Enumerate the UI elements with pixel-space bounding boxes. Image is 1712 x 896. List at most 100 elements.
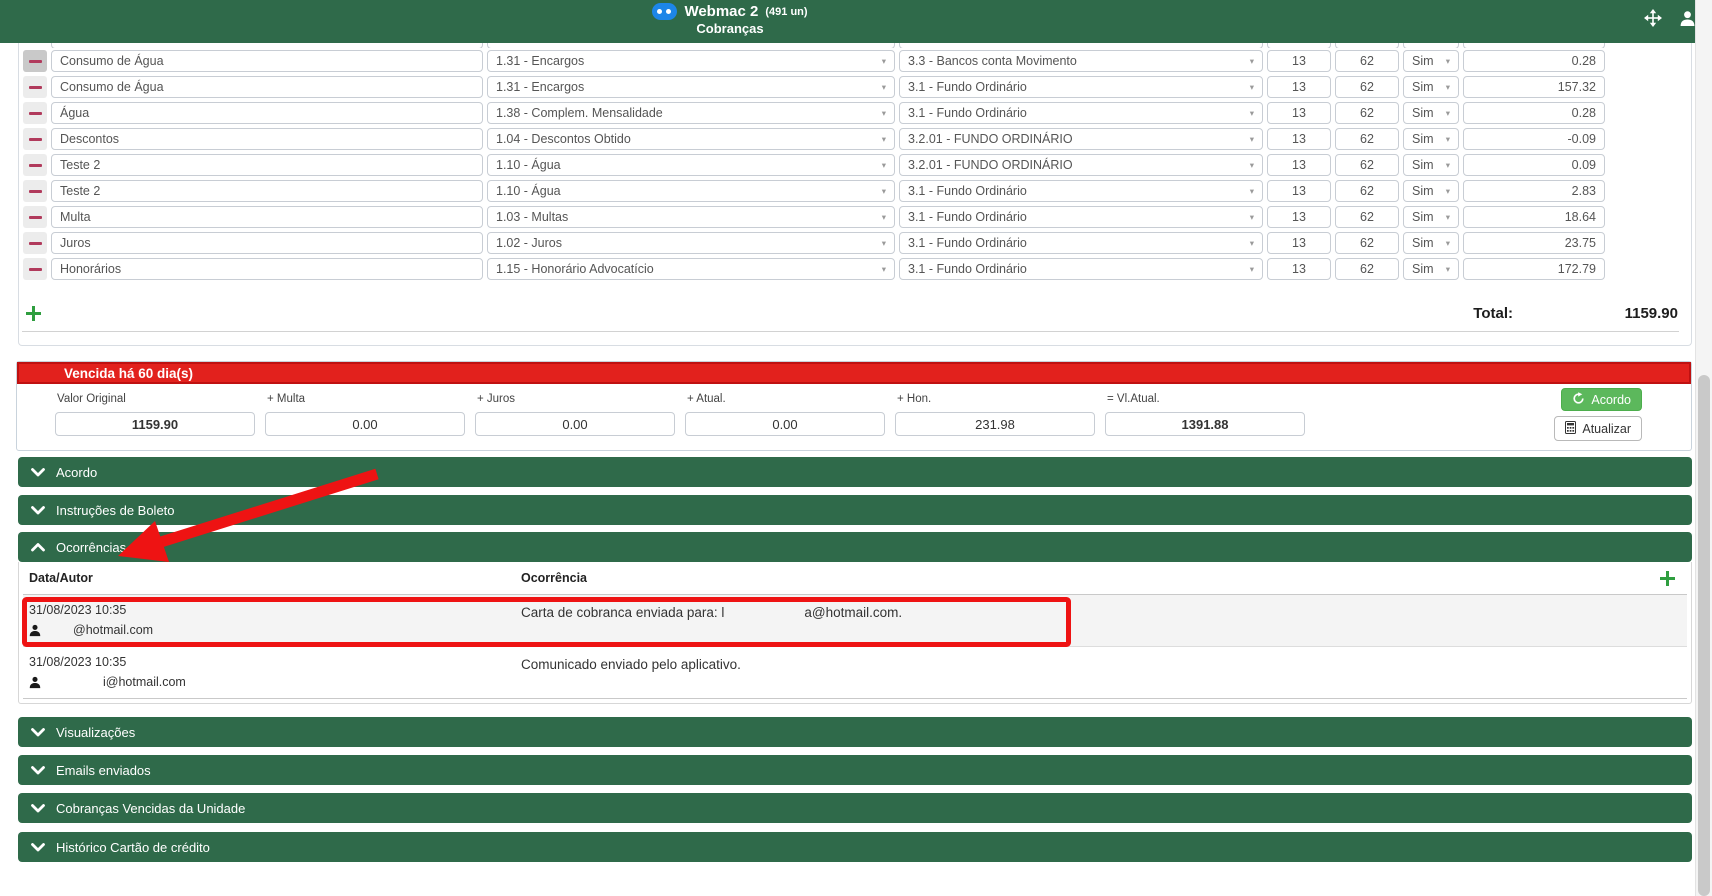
row-description-input[interactable]: Teste 2 [51, 154, 483, 176]
flag-select[interactable]: Sim▾ [1403, 180, 1459, 202]
field-value-input[interactable]: 1159.90 [55, 412, 255, 436]
numeric-input-1[interactable]: 13 [1267, 206, 1331, 228]
value-input[interactable]: -0.09 [1463, 128, 1605, 150]
flag-select[interactable]: Sim▾ [1403, 154, 1459, 176]
row-description-input[interactable]: Multa [51, 206, 483, 228]
category-select[interactable]: 1.10 - Água▾ [487, 180, 895, 202]
category-select[interactable]: 1.02 - Juros▾ [487, 232, 895, 254]
category-select[interactable]: 1.10 - Água▾ [487, 154, 895, 176]
account-select[interactable] [899, 43, 1263, 48]
field-value-input[interactable]: 1391.88 [1105, 412, 1305, 436]
row-description-input[interactable]: Água [51, 102, 483, 124]
category-select[interactable] [487, 43, 895, 48]
account-select[interactable]: 3.2.01 - FUNDO ORDINÁRIO▾ [899, 128, 1263, 150]
flag-select[interactable]: Sim▾ [1403, 206, 1459, 228]
field-value-input[interactable]: 0.00 [265, 412, 465, 436]
numeric-input-2[interactable]: 62 [1335, 206, 1399, 228]
accordion-historico-cartao[interactable]: Histórico Cartão de crédito [18, 832, 1692, 862]
numeric-input-2[interactable]: 62 [1335, 258, 1399, 280]
account-select[interactable]: 3.1 - Fundo Ordinário▾ [899, 76, 1263, 98]
value-input[interactable]: 157.32 [1463, 76, 1605, 98]
row-description-input[interactable]: Teste 2 [51, 180, 483, 202]
flag-select[interactable]: Sim▾ [1403, 50, 1459, 72]
accordion-acordo[interactable]: Acordo [18, 457, 1692, 487]
accordion-instrucoes-boleto[interactable]: Instruções de Boleto [18, 495, 1692, 525]
value-input[interactable]: 172.79 [1463, 258, 1605, 280]
row-description-input[interactable]: Juros [51, 232, 483, 254]
flag-select[interactable]: Sim▾ [1403, 258, 1459, 280]
numeric-input-2[interactable]: 62 [1335, 232, 1399, 254]
numeric-input-2[interactable]: 62 [1335, 76, 1399, 98]
account-select[interactable]: 3.1 - Fundo Ordinário▾ [899, 232, 1263, 254]
account-select[interactable]: 3.3 - Bancos conta Movimento▾ [899, 50, 1263, 72]
fullscreen-icon[interactable] [1644, 9, 1662, 27]
value-input[interactable]: 0.09 [1463, 154, 1605, 176]
value-input[interactable]: 0.28 [1463, 102, 1605, 124]
value-input[interactable]: 2.83 [1463, 180, 1605, 202]
category-select[interactable]: 1.15 - Honorário Advocatício▾ [487, 258, 895, 280]
numeric-input-2[interactable]: 62 [1335, 50, 1399, 72]
flag-select[interactable]: Sim▾ [1403, 102, 1459, 124]
scrollbar-thumb[interactable] [1698, 375, 1710, 896]
atualizar-button[interactable]: Atualizar [1554, 416, 1642, 441]
numeric-input-1[interactable]: 13 [1267, 128, 1331, 150]
numeric-input-2[interactable]: 62 [1335, 102, 1399, 124]
field-value-input[interactable]: 0.00 [475, 412, 675, 436]
flag-select[interactable]: Sim▾ [1403, 76, 1459, 98]
add-charge-row-button[interactable] [26, 306, 41, 321]
flag-select[interactable]: Sim▾ [1403, 232, 1459, 254]
row-description-input[interactable]: Descontos [51, 128, 483, 150]
numeric-input-1[interactable]: 13 [1267, 102, 1331, 124]
row-description-input[interactable]: Honorários [51, 258, 483, 280]
remove-row-button[interactable] [23, 102, 47, 124]
numeric-input-1[interactable]: 13 [1267, 154, 1331, 176]
add-occurrence-button[interactable] [1660, 571, 1675, 586]
numeric-input-1[interactable]: 13 [1267, 50, 1331, 72]
numeric-input-2[interactable]: 62 [1335, 180, 1399, 202]
acordo-button[interactable]: Acordo [1561, 388, 1642, 411]
row-description-input[interactable] [51, 43, 483, 48]
account-select[interactable]: 3.2.01 - FUNDO ORDINÁRIO▾ [899, 154, 1263, 176]
account-select[interactable]: 3.1 - Fundo Ordinário▾ [899, 102, 1263, 124]
account-select[interactable]: 3.1 - Fundo Ordinário▾ [899, 180, 1263, 202]
numeric-input-1[interactable]: 13 [1267, 76, 1331, 98]
accordion-emails-enviados[interactable]: Emails enviados [18, 755, 1692, 785]
flag-select[interactable] [1403, 43, 1459, 48]
accordion-cobrancas-vencidas[interactable]: Cobranças Vencidas da Unidade [18, 793, 1692, 823]
numeric-input-2[interactable]: 62 [1335, 128, 1399, 150]
account-select[interactable]: 3.1 - Fundo Ordinário▾ [899, 206, 1263, 228]
user-icon[interactable] [1679, 10, 1696, 27]
category-select[interactable]: 1.38 - Complem. Mensalidade▾ [487, 102, 895, 124]
remove-row-button[interactable] [23, 232, 47, 254]
numeric-input-1[interactable]: 13 [1267, 180, 1331, 202]
category-select[interactable]: 1.04 - Descontos Obtido▾ [487, 128, 895, 150]
field-value-input[interactable]: 231.98 [895, 412, 1095, 436]
row-description-input[interactable]: Consumo de Água [51, 76, 483, 98]
category-select[interactable]: 1.03 - Multas▾ [487, 206, 895, 228]
row-description-input[interactable]: Consumo de Água [51, 50, 483, 72]
remove-row-button[interactable] [23, 154, 47, 176]
remove-row-button[interactable] [23, 76, 47, 98]
scrollbar-track[interactable] [1695, 0, 1712, 896]
numeric-input-2[interactable]: 62 [1335, 154, 1399, 176]
remove-row-button[interactable] [23, 128, 47, 150]
value-input[interactable]: 18.64 [1463, 206, 1605, 228]
remove-row-button[interactable] [23, 50, 47, 72]
remove-row-button[interactable] [23, 258, 47, 280]
category-select[interactable]: 1.31 - Encargos▾ [487, 76, 895, 98]
value-input[interactable]: 23.75 [1463, 232, 1605, 254]
accordion-visualizacoes[interactable]: Visualizações [18, 717, 1692, 747]
value-input[interactable]: 0.28 [1463, 50, 1605, 72]
numeric-input-2[interactable] [1335, 43, 1399, 48]
remove-row-button[interactable] [23, 180, 47, 202]
account-select[interactable]: 3.1 - Fundo Ordinário▾ [899, 258, 1263, 280]
flag-select[interactable]: Sim▾ [1403, 128, 1459, 150]
remove-row-button[interactable] [23, 206, 47, 228]
numeric-input-1[interactable] [1267, 43, 1331, 48]
numeric-input-1[interactable]: 13 [1267, 232, 1331, 254]
field-value-input[interactable]: 0.00 [685, 412, 885, 436]
numeric-input-1[interactable]: 13 [1267, 258, 1331, 280]
category-select[interactable]: 1.31 - Encargos▾ [487, 50, 895, 72]
accordion-ocorrencias[interactable]: Ocorrências [18, 532, 1692, 562]
value-input[interactable] [1463, 43, 1605, 48]
